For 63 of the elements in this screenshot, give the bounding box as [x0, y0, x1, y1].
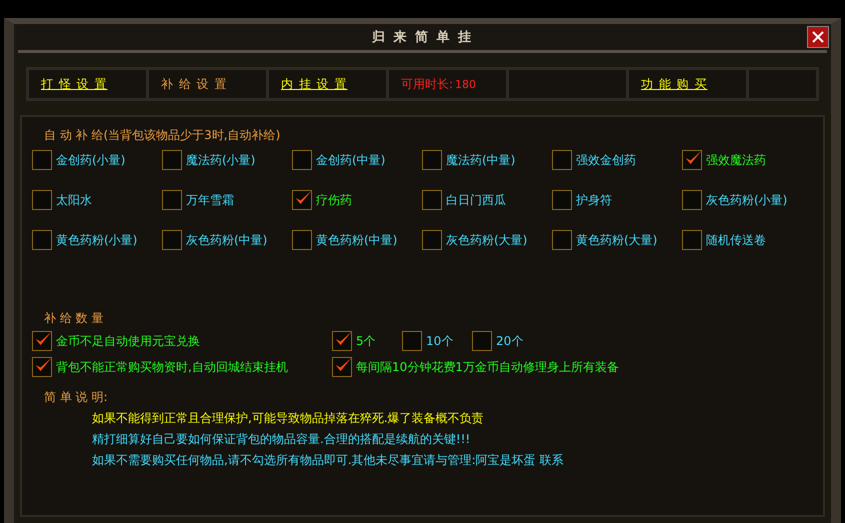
option-label: 护身符 [576, 192, 612, 208]
option-label: 魔法药(小量) [186, 152, 256, 168]
checkbox[interactable] [552, 230, 572, 250]
option-label: 灰色药粉(大量) [446, 232, 528, 248]
checkbox[interactable] [422, 150, 442, 170]
time-value: 180 [455, 78, 476, 90]
option-label: 20个 [496, 332, 524, 350]
checkbox[interactable] [292, 230, 312, 250]
checkbox[interactable] [292, 150, 312, 170]
option-label: 金币不足自动使用元宝兑换 [56, 332, 200, 350]
option-label: 万年雪霜 [186, 192, 234, 208]
checkbox[interactable] [682, 190, 702, 210]
checkbox[interactable] [552, 190, 572, 210]
checkbox[interactable] [472, 331, 492, 351]
checkbox[interactable] [162, 230, 182, 250]
note-text: 精打细算好自己要如何保证背包的物品容量.合理的搭配是续航的关键!!! [92, 431, 472, 448]
checkbox[interactable] [292, 190, 312, 210]
checkbox[interactable] [682, 150, 702, 170]
option-label: 太阳水 [56, 192, 92, 208]
note-text: 如果不需要购买任何物品,请不勾选所有物品即可.其他未尽事宜请与管理:阿宝是坏蛋 联系 [92, 452, 564, 469]
option-label: 疗伤药 [316, 192, 352, 208]
option-label: 黄色药粉(大量) [576, 232, 658, 248]
option-label: 金创药(中量) [316, 152, 386, 168]
option-label: 金创药(小量) [56, 152, 126, 168]
checkbox[interactable] [332, 331, 352, 351]
option-label: 随机传送卷 [706, 232, 766, 248]
section-title: 补 给 数 量 [44, 310, 104, 327]
option-label: 5个 [356, 332, 376, 350]
close-icon [812, 31, 824, 43]
option-label: 灰色药粉(中量) [186, 232, 268, 248]
tab[interactable]: 补 给 设 置 [149, 70, 269, 98]
checkbox[interactable] [682, 230, 702, 250]
option-label: 黄色药粉(小量) [56, 232, 138, 248]
checkbox[interactable] [402, 331, 422, 351]
checkbox[interactable] [32, 190, 52, 210]
tab[interactable]: 功 能 购 买 [629, 70, 749, 98]
tab[interactable]: 内 挂 设 置 [269, 70, 389, 98]
section-title: 自 动 补 给(当背包该物品少于3时,自动补给) [44, 127, 282, 144]
checkbox[interactable] [32, 331, 52, 351]
checkbox[interactable] [162, 150, 182, 170]
option-label: 魔法药(中量) [446, 152, 516, 168]
option-label: 强效金创药 [576, 152, 636, 168]
note-text: 如果不能得到正常且合理保护,可能导致物品掉落在猝死.爆了装备概不负责 [92, 410, 485, 427]
time-label: 可用时长: [401, 76, 454, 92]
checkbox[interactable] [422, 190, 442, 210]
option-label: 强效魔法药 [706, 152, 766, 168]
checkbox[interactable] [332, 357, 352, 377]
close-button[interactable] [807, 26, 829, 48]
option-label: 白日门西瓜 [446, 192, 506, 208]
option-label: 每间隔10分钟花费1万金币自动修理身上所有装备 [356, 358, 619, 376]
window-title: 归 来 简 单 挂 [372, 29, 474, 46]
option-label: 背包不能正常购买物资时,自动回城结束挂机 [56, 358, 288, 376]
tab[interactable]: 打 怪 设 置 [29, 70, 149, 98]
checkbox[interactable] [32, 230, 52, 250]
checkbox[interactable] [162, 190, 182, 210]
checkbox[interactable] [32, 150, 52, 170]
option-label: 灰色药粉(小量) [706, 192, 788, 208]
checkbox[interactable] [552, 150, 572, 170]
option-label: 黄色药粉(中量) [316, 232, 398, 248]
checkbox[interactable] [422, 230, 442, 250]
option-label: 10个 [426, 332, 454, 350]
section-title: 简 单 说 明: [44, 389, 108, 406]
checkbox[interactable] [32, 357, 52, 377]
